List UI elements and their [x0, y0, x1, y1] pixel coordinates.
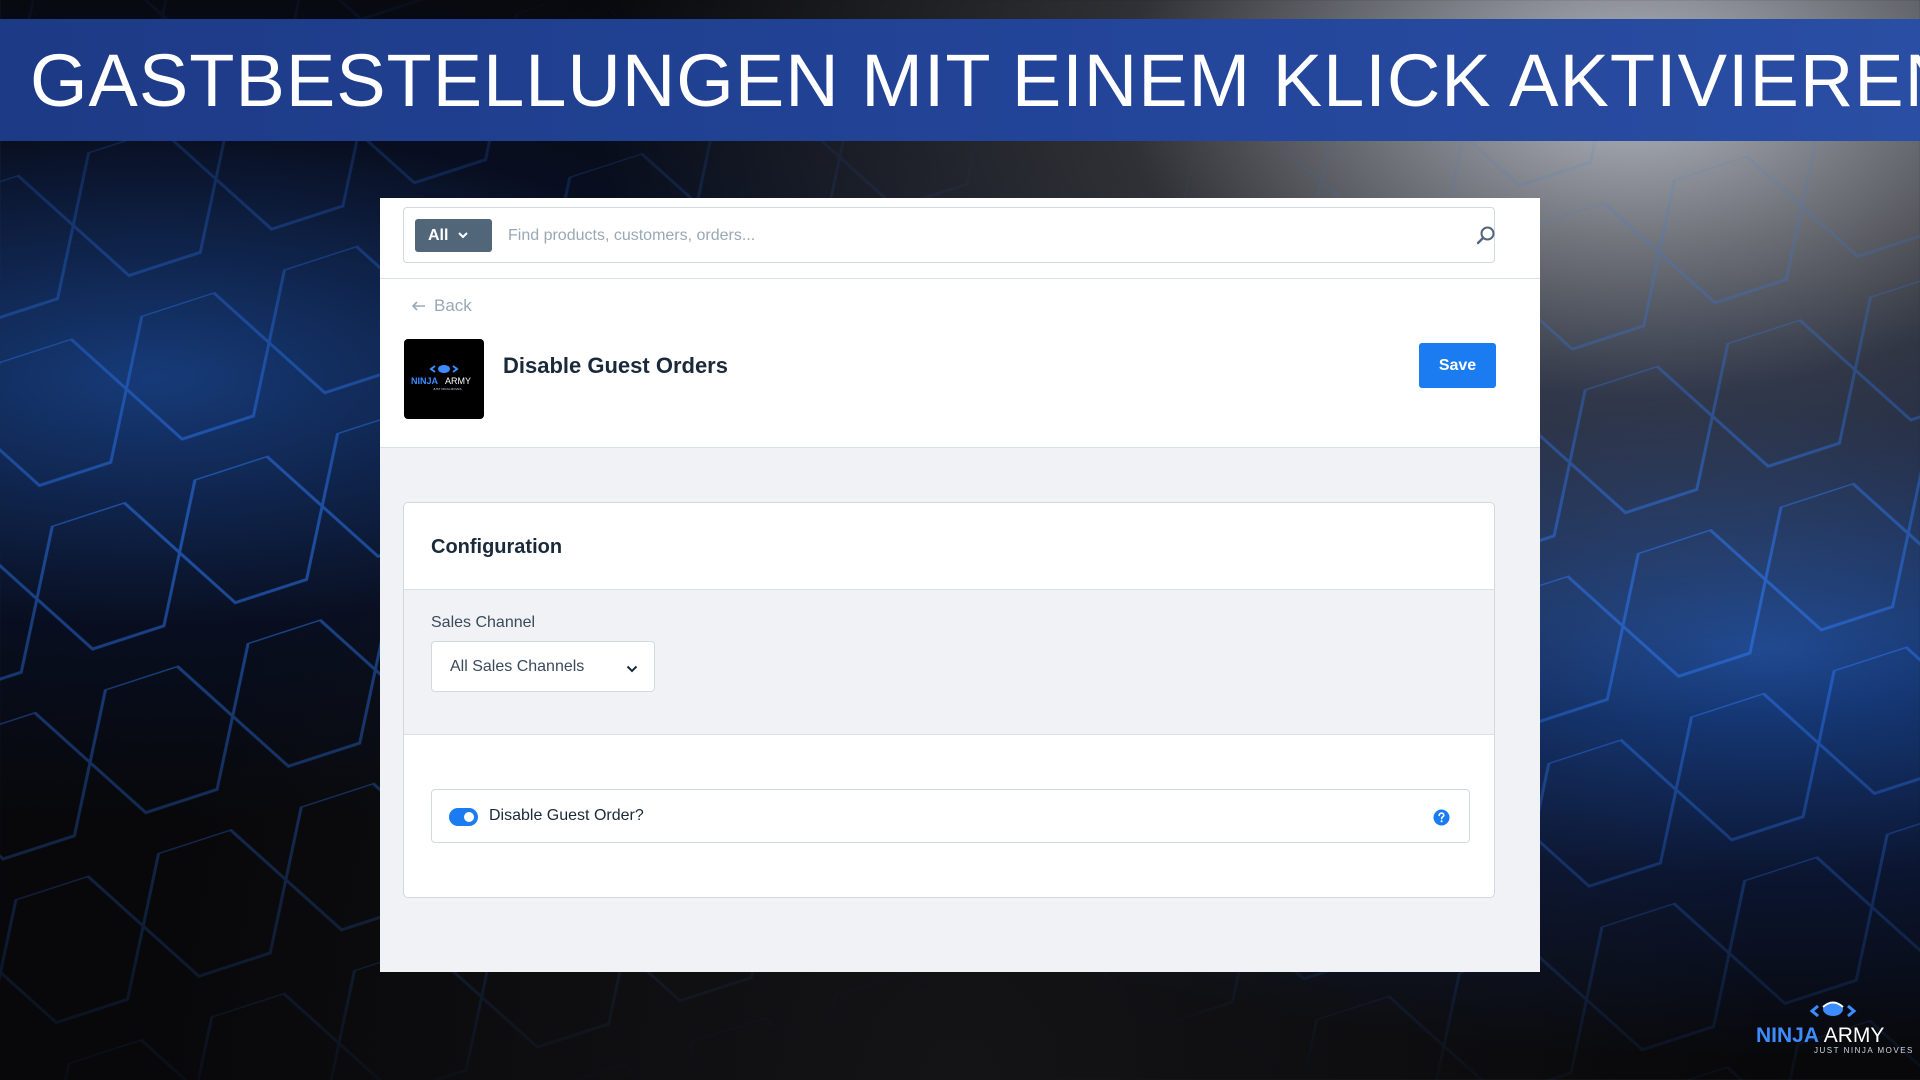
brand-tagline: JUST NINJA MOVES: [1814, 1046, 1914, 1055]
global-search-bar: All: [403, 207, 1495, 263]
help-icon[interactable]: [1432, 808, 1451, 827]
brand-ninja: NINJA: [1756, 1024, 1820, 1047]
search-scope-dropdown[interactable]: All: [415, 219, 492, 252]
ninja-army-logo-icon: NINJA ARMY JUST NINJA MOVES: [411, 365, 471, 391]
title-banner: GASTBESTELLUNGEN MIT EINEM KLICK AKTIVIE…: [0, 19, 1920, 141]
sales-channel-select[interactable]: All Sales Channels: [431, 641, 655, 692]
app-logo-ninja: NINJA: [411, 376, 439, 386]
ninja-army-mask-icon: [1809, 1001, 1857, 1018]
brand-logo: NINJA ARMY JUST NINJA MOVES: [1756, 990, 1912, 1058]
save-button[interactable]: Save: [1419, 343, 1496, 388]
configuration-card: Configuration Sales Channel All Sales Ch…: [403, 502, 1495, 898]
disable-guest-order-toggle[interactable]: [449, 808, 478, 826]
search-scope-label: All: [428, 226, 449, 244]
app-logo: NINJA ARMY JUST NINJA MOVES: [404, 339, 484, 419]
toggle-knob: [464, 812, 474, 822]
chevron-down-icon: [626, 660, 638, 678]
sales-channel-value: All Sales Channels: [450, 657, 585, 675]
sales-channel-section: Sales Channel All Sales Channels: [404, 589, 1494, 735]
brand-army: ARMY: [1823, 1024, 1885, 1047]
disable-guest-order-row: Disable Guest Order?: [431, 789, 1470, 843]
app-logo-army: ARMY: [445, 376, 471, 386]
banner-title: GASTBESTELLUNGEN MIT EINEM KLICK AKTIVIE…: [30, 38, 1920, 122]
card-title: Configuration: [431, 536, 563, 558]
page-title: Disable Guest Orders: [503, 353, 728, 378]
back-link[interactable]: Back: [411, 296, 472, 316]
disable-guest-order-label: Disable Guest Order?: [489, 807, 644, 824]
chevron-down-icon: [458, 230, 469, 242]
arrow-left-icon: [411, 296, 426, 316]
back-label: Back: [434, 296, 472, 315]
search-input[interactable]: [508, 220, 1408, 252]
app-window: All Back NINJA ARMY JUST NINJA MOVES: [380, 198, 1540, 972]
search-icon[interactable]: [1475, 225, 1497, 247]
header-divider: [380, 278, 1540, 279]
app-logo-tagline: JUST NINJA MOVES: [433, 387, 461, 391]
brand-name: NINJA ARMY: [1756, 1024, 1910, 1048]
sales-channel-label: Sales Channel: [431, 614, 536, 631]
